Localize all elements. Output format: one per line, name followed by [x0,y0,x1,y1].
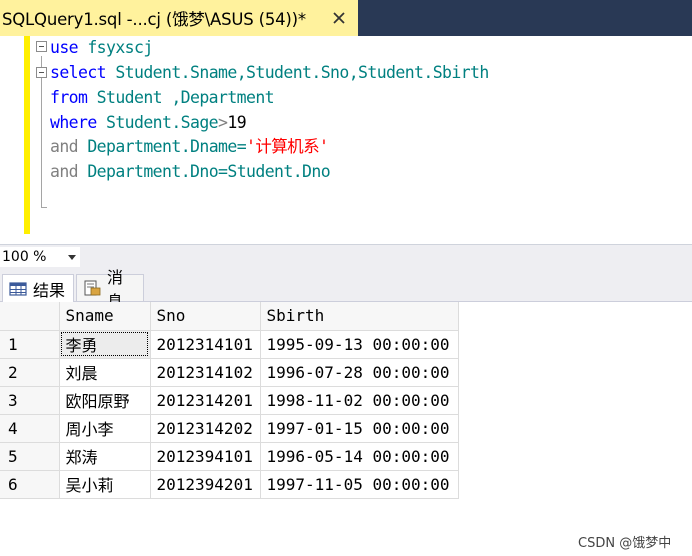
tab-messages[interactable]: 消息 [76,268,144,311]
document-tab[interactable]: SQLQuery1.sql -...cj (饿梦\ASUS (54))* [0,0,358,36]
cell-sbirth[interactable]: 1996-05-14 00:00:00 [260,442,459,471]
cell-sbirth[interactable]: 1998-11-02 00:00:00 [260,386,459,415]
code-line: where Student.Sage>19 [50,113,247,133]
table-row: 5 郑涛 2012394101 1996-05-14 00:00:00 [0,442,459,471]
number-literal: 19 [227,113,247,132]
code-line: and Department.Dno=Student.Dno [50,162,331,182]
document-tab-title: SQLQuery1.sql -...cj (饿梦\ASUS (54))* [2,10,306,29]
grid-icon [9,281,27,296]
keyword: where [50,113,97,132]
code-text: Department.Dno=Student.Dno [78,162,331,181]
message-icon [84,280,101,296]
table-row: 6 吴小莉 2012394201 1997-11-05 00:00:00 [0,470,459,499]
keyword: use [50,38,79,57]
code-text: Student ,Department [87,88,275,107]
cell-sbirth[interactable]: 1997-11-05 00:00:00 [260,470,459,499]
row-number[interactable]: 6 [0,470,60,499]
collapse-icon[interactable] [36,67,47,78]
column-header[interactable]: Sbirth [260,302,459,331]
cell-sname[interactable]: 刘晨 [59,358,151,387]
tab-results-label: 结果 [33,280,66,300]
tab-results[interactable]: 结果 [2,274,74,302]
collapse-icon[interactable] [36,41,47,52]
table-row: 4 周小李 2012314202 1997-01-15 00:00:00 [0,414,459,443]
string-literal: '计算机系' [246,137,329,156]
column-header[interactable]: Sname [59,302,151,331]
row-number[interactable]: 4 [0,414,60,443]
zoom-bar: 100 % [0,244,692,268]
column-header[interactable]: Sno [150,302,261,331]
watermark: CSDN @饿梦中 [578,536,672,551]
cell-sname[interactable]: 李勇 [59,330,151,359]
code-text: fsyxscj [78,38,153,57]
code-text: Student.Sage [96,113,219,132]
results-tab-strip: 结果 消息 [0,268,692,311]
cell-sno[interactable]: 2012394201 [150,470,261,499]
cell-sname[interactable]: 郑涛 [59,442,151,471]
row-number-header[interactable] [0,302,60,331]
code-line: use fsyxscj [50,38,153,58]
zoom-value: 100 % [2,249,47,265]
table-row: 2 刘晨 2012314102 1996-07-28 00:00:00 [0,358,459,387]
keyword: and [50,162,79,181]
cell-sbirth[interactable]: 1996-07-28 00:00:00 [260,358,459,387]
cell-sno[interactable]: 2012314101 [150,330,261,359]
cell-sno[interactable]: 2012394101 [150,442,261,471]
keyword: and [50,137,79,156]
zoom-select[interactable]: 100 % [0,247,80,267]
row-number[interactable]: 1 [0,330,60,359]
outline-guide [41,56,42,208]
operator: > [218,113,228,132]
code-line: select Student.Sname,Student.Sno,Student… [50,63,489,83]
keyword: from [50,88,88,107]
document-tab-bar: SQLQuery1.sql -...cj (饿梦\ASUS (54))* [0,0,692,36]
row-number[interactable]: 2 [0,358,60,387]
cell-sno[interactable]: 2012314201 [150,386,261,415]
table-row: 1 李勇 2012314101 1995-09-13 00:00:00 [0,330,459,359]
code-line: from Student ,Department [50,88,275,108]
cell-sname[interactable]: 吴小莉 [59,470,151,499]
row-number[interactable]: 3 [0,386,60,415]
cell-sno[interactable]: 2012314202 [150,414,261,443]
table-header-row: Sname Sno Sbirth [0,302,459,331]
keyword: select [50,63,107,82]
changed-lines-margin [24,36,30,234]
code-text: Student.Sname,Student.Sno,Student.Sbirth [106,63,489,82]
results-grid-pane: Sname Sno Sbirth 1 李勇 2012314101 1995-09… [0,302,692,556]
query-editor[interactable]: use fsyxscj select Student.Sname,Student… [0,36,692,244]
results-table: Sname Sno Sbirth 1 李勇 2012314101 1995-09… [0,302,459,499]
cell-sname[interactable]: 欧阳原野 [59,386,151,415]
close-icon[interactable] [328,7,350,29]
cell-sbirth[interactable]: 1997-01-15 00:00:00 [260,414,459,443]
outline-guide-end [41,207,47,208]
table-row: 3 欧阳原野 2012314201 1998-11-02 00:00:00 [0,386,459,415]
code-text: Department.Dname= [78,137,247,156]
cell-sno[interactable]: 2012314102 [150,358,261,387]
chevron-down-icon[interactable] [68,255,76,260]
row-number[interactable]: 5 [0,442,60,471]
cell-sname[interactable]: 周小李 [59,414,151,443]
code-line: and Department.Dname='计算机系' [50,137,329,157]
cell-sbirth[interactable]: 1995-09-13 00:00:00 [260,330,459,359]
